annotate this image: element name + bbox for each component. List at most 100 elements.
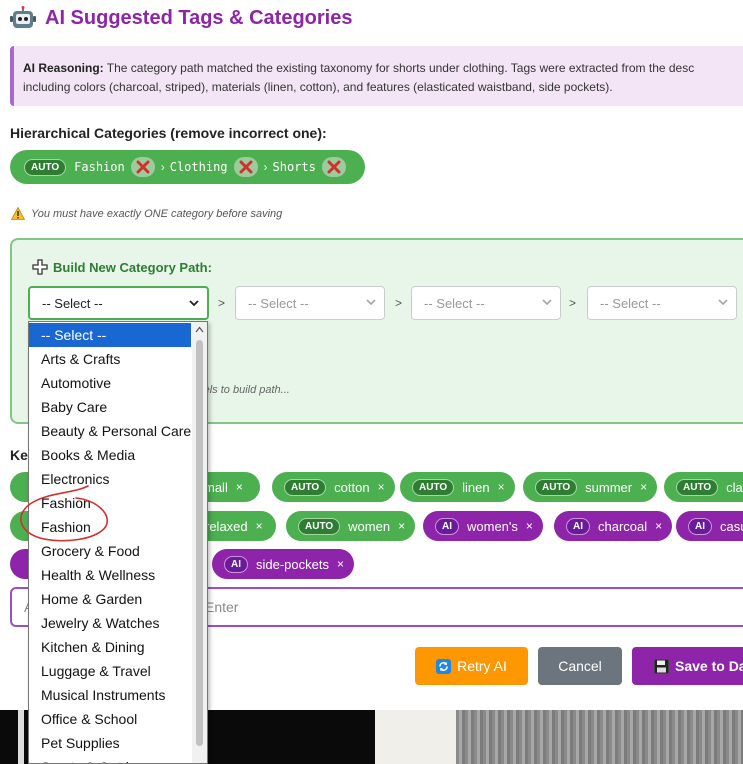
dropdown-option[interactable]: Grocery & Food: [29, 539, 191, 563]
chip-text: charcoal: [598, 518, 648, 534]
dropdown-option[interactable]: Musical Instruments: [29, 683, 191, 707]
chevron-down-icon: [542, 299, 552, 306]
cancel-button[interactable]: Cancel: [538, 647, 622, 685]
dropdown-option[interactable]: Luggage & Travel: [29, 659, 191, 683]
floppy-disk-icon: [654, 658, 669, 674]
red-x-icon: [239, 160, 253, 174]
dropdown-option[interactable]: Pet Supplies: [29, 731, 191, 755]
keyword-chip[interactable]: AUTO cotton ×: [272, 472, 395, 502]
chevron-down-icon: [366, 299, 376, 306]
category-clothing: Clothing: [169, 160, 228, 174]
category-dropdown-list[interactable]: -- Select -- Arts & Crafts Automotive Baby …: [28, 321, 208, 764]
dropdown-option[interactable]: Office & School: [29, 707, 191, 731]
keyword-chip[interactable]: AI side-pockets ×: [212, 549, 354, 579]
category-level-3-select[interactable]: -- Select --: [411, 286, 561, 320]
keyword-chip[interactable]: AI charcoal ×: [554, 511, 673, 541]
ai-badge: AI: [566, 517, 590, 535]
auto-badge: AUTO: [412, 478, 455, 496]
chevron-down-icon: [189, 300, 199, 307]
robot-icon: [10, 6, 36, 28]
save-button[interactable]: Save to Da: [632, 647, 743, 685]
warning-icon: [11, 207, 25, 220]
scrollbar-thumb[interactable]: [196, 340, 203, 746]
dropdown-option[interactable]: Jewelry & Watches: [29, 611, 191, 635]
dropdown-option[interactable]: Kitchen & Dining: [29, 635, 191, 659]
build-path-title: Build New Category Path:: [32, 259, 212, 275]
header: AI Suggested Tags & Categories: [10, 5, 352, 31]
category-fashion: Fashion: [74, 160, 125, 174]
path-separator: ›: [160, 160, 165, 174]
dropdown-option[interactable]: Books & Media: [29, 443, 191, 467]
select-value: -- Select --: [42, 295, 103, 311]
reasoning-text-1: The category path matched the existing t…: [106, 61, 695, 75]
remove-chip-icon[interactable]: ×: [640, 480, 647, 494]
retry-label: Retry AI: [457, 658, 507, 674]
dropdown-option[interactable]: Health & Wellness: [29, 563, 191, 587]
remove-chip-icon[interactable]: ×: [236, 480, 243, 494]
dropdown-option[interactable]: -- Select --: [29, 323, 191, 347]
keyword-chip[interactable]: AI women's ×: [423, 511, 543, 541]
ai-reasoning-box: AI Reasoning: The category path matched …: [10, 46, 743, 106]
dropdown-option[interactable]: Arts & Crafts: [29, 347, 191, 371]
keyword-chip[interactable]: AI casu: [676, 511, 743, 541]
ai-badge: AI: [435, 517, 459, 535]
chip-text: summer: [585, 479, 633, 495]
dropdown-option[interactable]: Automotive: [29, 371, 191, 395]
remove-chip-icon[interactable]: ×: [398, 519, 405, 533]
page-title: AI Suggested Tags & Categories: [45, 6, 353, 29]
ai-badge: AI: [688, 517, 712, 535]
auto-badge: AUTO: [284, 478, 327, 496]
red-x-icon: [327, 160, 341, 174]
remove-chip-icon[interactable]: ×: [655, 519, 662, 533]
category-level-2-select[interactable]: -- Select --: [235, 286, 385, 320]
remove-chip-icon[interactable]: ×: [337, 557, 344, 571]
category-warning: You must have exactly ONE category befor…: [11, 207, 282, 220]
reasoning-label: AI Reasoning:: [23, 61, 104, 75]
keyword-input-hint: Enter: [205, 599, 239, 615]
dropdown-option[interactable]: Baby Care: [29, 395, 191, 419]
chip-text: clas: [726, 479, 743, 495]
chip-text: relaxed: [205, 518, 248, 534]
dropdown-scrollbar[interactable]: [192, 322, 207, 763]
path-arrow: >: [395, 296, 403, 310]
remove-clothing-button[interactable]: [233, 157, 258, 177]
chip-text: casu: [720, 518, 743, 534]
reasoning-text-2: including colors (charcoal, striped), ma…: [23, 80, 613, 94]
path-separator: ›: [263, 160, 268, 174]
refresh-icon: [436, 658, 452, 674]
category-level-1-select[interactable]: -- Select --: [28, 286, 209, 320]
dropdown-option[interactable]: Sports & Outdoors: [29, 755, 191, 763]
retry-ai-button[interactable]: Retry AI: [415, 647, 528, 685]
cancel-label: Cancel: [558, 658, 602, 674]
scroll-up-arrow-icon[interactable]: [195, 326, 204, 333]
dropdown-option[interactable]: Home & Garden: [29, 587, 191, 611]
category-level-4-select[interactable]: -- Select --: [587, 286, 737, 320]
remove-chip-icon[interactable]: ×: [526, 519, 533, 533]
remove-chip-icon[interactable]: ×: [378, 480, 385, 494]
keyword-chip[interactable]: AUTO women ×: [286, 511, 416, 541]
remove-shorts-button[interactable]: [321, 157, 346, 177]
auto-badge: AUTO: [535, 478, 578, 496]
photo-striped-fabric: [456, 710, 743, 764]
remove-chip-icon[interactable]: ×: [256, 519, 263, 533]
dropdown-option[interactable]: Fashion: [29, 515, 191, 539]
dropdown-option[interactable]: Electronics: [29, 467, 191, 491]
dropdown-option[interactable]: Beauty & Personal Care: [29, 419, 191, 443]
auto-badge: AUTO: [676, 478, 719, 496]
auto-badge: AUTO: [298, 517, 341, 535]
build-path-label: Build New Category Path:: [53, 259, 212, 275]
keyword-chip[interactable]: AUTO clas: [664, 472, 743, 502]
keyword-chip[interactable]: AUTO summer ×: [523, 472, 658, 502]
path-arrow: >: [218, 296, 226, 310]
remove-fashion-button[interactable]: [130, 157, 155, 177]
dropdown-option[interactable]: Fashion: [29, 491, 191, 515]
chip-text: linen: [462, 479, 490, 495]
chip-text: women's: [467, 518, 518, 534]
category-shorts: Shorts: [272, 160, 316, 174]
chip-text: cotton: [334, 479, 370, 495]
remove-chip-icon[interactable]: ×: [498, 480, 505, 494]
photo-edge: [18, 710, 24, 764]
chip-text: side-pockets: [256, 556, 329, 572]
keyword-chip[interactable]: AUTO linen ×: [400, 472, 515, 502]
chevron-down-icon: [718, 299, 728, 306]
